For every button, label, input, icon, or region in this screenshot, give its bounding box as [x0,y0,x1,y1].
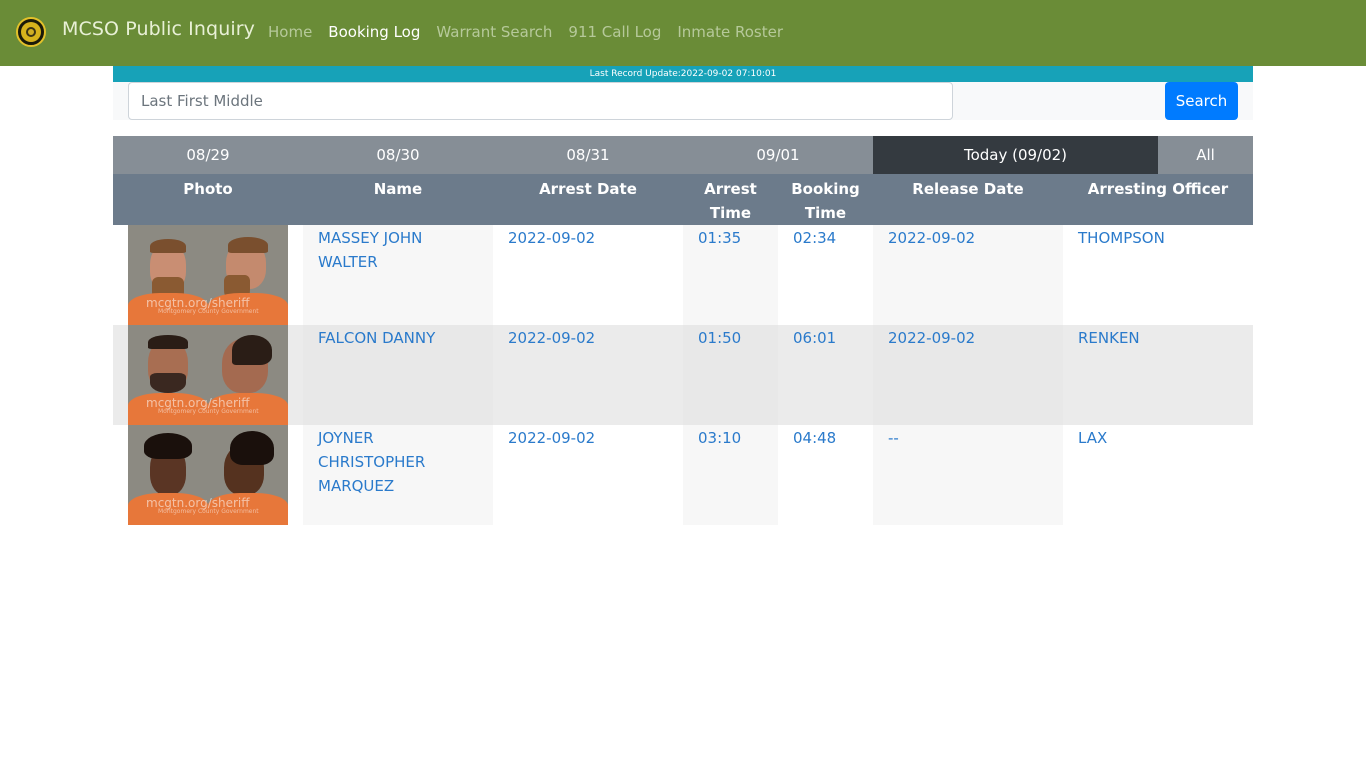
header-arrest-time: Arrest Time [683,174,778,225]
sheriff-badge-icon[interactable] [16,17,46,47]
booking-time-link[interactable]: 06:01 [793,326,858,350]
search-input[interactable] [128,82,953,120]
booking-time-cell: 02:34 [778,225,873,325]
arresting-officer-link[interactable]: LAX [1078,426,1238,450]
main-container: Last Record Update:2022-09-02 07:10:01 S… [113,66,1253,525]
arrest-time-cell: 01:50 [683,325,778,425]
table-row[interactable]: mcgtn.org/sheriff Montgomery County Gove… [113,425,1253,525]
date-tab-0831[interactable]: 08/31 [493,136,683,174]
table-row[interactable]: mcgtn.org/sheriff Montgomery County Gove… [113,225,1253,325]
nav-link-inmate-roster[interactable]: Inmate Roster [677,23,783,41]
nav-link-911-call-log[interactable]: 911 Call Log [568,23,661,41]
name-cell: JOYNER CHRISTOPHER MARQUEZ [303,425,493,525]
booking-time-link[interactable]: 04:48 [793,426,858,450]
arrest-date-link[interactable]: 2022-09-02 [508,226,668,250]
arrest-date-cell: 2022-09-02 [493,325,683,425]
arrest-date-link[interactable]: 2022-09-02 [508,326,668,350]
release-date-link[interactable]: -- [888,426,1048,450]
nav-link-warrant-search[interactable]: Warrant Search [436,23,552,41]
navbar: MCSO Public Inquiry Home Booking Log War… [0,0,1366,66]
search-row: Search [113,82,1253,120]
photo-cell: mcgtn.org/sheriff Montgomery County Gove… [113,325,303,425]
brand-title[interactable]: MCSO Public Inquiry [62,18,255,40]
arresting-officer-link[interactable]: THOMPSON [1078,226,1238,250]
release-date-cell: 2022-09-02 [873,325,1063,425]
date-tab-today[interactable]: Today (09/02) [873,136,1158,174]
nav-link-booking-log[interactable]: Booking Log [328,23,420,41]
nav-links: Home Booking Log Warrant Search 911 Call… [268,23,799,41]
release-date-cell: -- [873,425,1063,525]
arresting-officer-cell: RENKEN [1063,325,1253,425]
mugshot-photo[interactable]: mcgtn.org/sheriff Montgomery County Gove… [128,325,288,425]
date-tab-all[interactable]: All [1158,136,1253,174]
booking-time-link[interactable]: 02:34 [793,226,858,250]
arrest-time-link[interactable]: 01:50 [698,326,763,350]
arrest-time-link[interactable]: 03:10 [698,426,763,450]
nav-link-home[interactable]: Home [268,23,312,41]
header-arrest-date: Arrest Date [493,174,683,225]
arrest-time-cell: 03:10 [683,425,778,525]
last-update-banner: Last Record Update:2022-09-02 07:10:01 [113,66,1253,82]
booking-time-cell: 04:48 [778,425,873,525]
photo-caption: Montgomery County Government [158,308,259,315]
inmate-name-link[interactable]: MASSEY JOHN WALTER [318,226,478,274]
name-cell: MASSEY JOHN WALTER [303,225,493,325]
photo-caption: Montgomery County Government [158,408,259,415]
arresting-officer-cell: THOMPSON [1063,225,1253,325]
arresting-officer-link[interactable]: RENKEN [1078,326,1238,350]
arresting-officer-cell: LAX [1063,425,1253,525]
photo-cell: mcgtn.org/sheriff Montgomery County Gove… [113,425,303,525]
arrest-time-link[interactable]: 01:35 [698,226,763,250]
mugshot-photo[interactable]: mcgtn.org/sheriff Montgomery County Gove… [128,225,288,325]
date-tab-0901[interactable]: 09/01 [683,136,873,174]
arrest-date-link[interactable]: 2022-09-02 [508,426,668,450]
header-booking-time: Booking Time [778,174,873,225]
name-cell: FALCON DANNY [303,325,493,425]
arrest-time-cell: 01:35 [683,225,778,325]
date-tab-0829[interactable]: 08/29 [113,136,303,174]
mugshot-photo[interactable]: mcgtn.org/sheriff Montgomery County Gove… [128,425,288,525]
header-name: Name [303,174,493,225]
release-date-link[interactable]: 2022-09-02 [888,326,1048,350]
arrest-date-cell: 2022-09-02 [493,425,683,525]
booking-log-table: Photo Name Arrest Date Arrest Time Booki… [113,174,1253,525]
arrest-date-cell: 2022-09-02 [493,225,683,325]
search-button[interactable]: Search [1165,82,1238,120]
inmate-name-link[interactable]: FALCON DANNY [318,326,478,350]
inmate-name-link[interactable]: JOYNER CHRISTOPHER MARQUEZ [318,426,478,498]
release-date-link[interactable]: 2022-09-02 [888,226,1048,250]
table-row[interactable]: mcgtn.org/sheriff Montgomery County Gove… [113,325,1253,425]
header-release-date: Release Date [873,174,1063,225]
photo-caption: Montgomery County Government [158,508,259,515]
header-photo: Photo [113,174,303,225]
release-date-cell: 2022-09-02 [873,225,1063,325]
header-arresting-officer: Arresting Officer [1063,174,1253,225]
photo-cell: mcgtn.org/sheriff Montgomery County Gove… [113,225,303,325]
date-tab-0830[interactable]: 08/30 [303,136,493,174]
date-tabs: 08/29 08/30 08/31 09/01 Today (09/02) Al… [113,136,1253,174]
table-header-row: Photo Name Arrest Date Arrest Time Booki… [113,174,1253,225]
booking-time-cell: 06:01 [778,325,873,425]
